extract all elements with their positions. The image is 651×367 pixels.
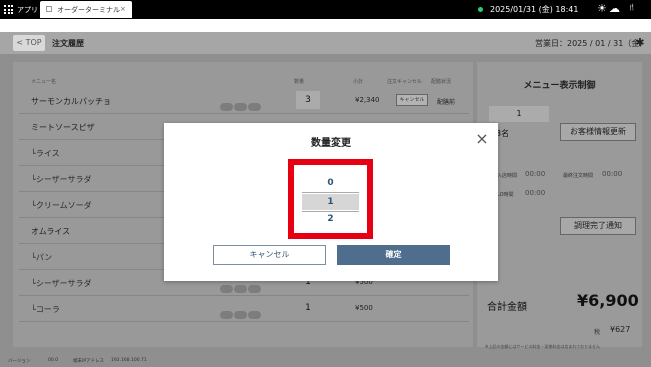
total-label: 合計金額 [487,302,527,313]
entry-time-value: 00:00 [525,170,546,178]
back-to-top-button[interactable]: < TOP [13,35,45,51]
side-panel: メニュー表示制御 1 3名 お客様情報更新 入店時間 00:00 最終注文時間 … [477,62,642,349]
subtotal: ¥500 [355,304,373,312]
page-title: 注文履歴 [52,39,84,48]
close-icon[interactable]: × [470,127,494,151]
column-menu-name: メニュー名 [31,79,57,85]
serving-status: 配膳前 [437,99,456,106]
menu-name: サーモンカルパッチョ [31,97,111,106]
menu-name: └シーザーサラダ [31,279,92,288]
serving-toggle[interactable] [220,304,264,319]
serving-toggle[interactable] [220,96,264,111]
gear-icon[interactable]: ✱ [632,35,648,51]
tax-amount: ¥627 [610,325,631,334]
column-qty: 数量 [294,79,305,85]
connection-status-icon [478,7,483,12]
tab-title: オーダーターミナル [57,6,120,14]
menu-name: └ライス [31,149,60,158]
table-row[interactable]: └コーラ 1 ¥500 [19,296,469,322]
tax-label: 税 [594,329,601,336]
picker-divider [302,211,359,212]
quantity-picker[interactable]: 0 1 2 [288,159,373,239]
system-bar: アプリ オーダーターミナル × 2025/01/31 (金) 18:41 ☀ ☁… [0,0,651,19]
menu-name: オムライス [31,227,71,236]
table-number: 1 [489,106,549,122]
picker-option[interactable]: 2 [294,214,367,224]
store-logo: 🍴 [628,4,636,11]
column-cancel: 注文キャンセル [387,79,423,85]
cloud-icon: ☁ [609,2,620,15]
confirm-button[interactable]: 確定 [337,245,450,265]
version-value: 00.0 [48,358,59,363]
lo-time-value: 00:00 [525,189,546,197]
menu-name: ミートソースピザ [31,123,95,132]
system-datetime: 2025/01/31 (金) 18:41 [490,5,579,14]
cancel-order-button[interactable]: キャンセル [396,94,428,106]
business-date: 営業日：2025 / 01 / 31（金） [535,39,648,48]
ip-label: 端末IPアドレス [73,359,105,364]
column-subtotal: 小計 [353,79,364,85]
update-customer-info-button[interactable]: お客様情報更新 [560,123,636,141]
page-icon [46,6,52,12]
browser-tab[interactable]: オーダーターミナル × [40,1,132,18]
last-order-time-label: 最終注文時間 [563,173,594,179]
menu-name: └シーザーサラダ [31,175,92,184]
table-row[interactable]: サーモンカルパッチョ 3 ¥2,340 キャンセル 配膳前 [19,88,469,114]
quantity-field[interactable]: 1 [296,299,320,317]
page-header: < TOP 注文履歴 営業日：2025 / 01 / 31（金） ✱ [0,32,651,54]
picker-option-selected[interactable]: 1 [302,194,359,210]
picker-option[interactable]: 0 [294,178,367,188]
cooking-complete-button[interactable]: 調理完了通知 [560,217,636,235]
sun-icon: ☀ [597,2,607,15]
dialog-title: 数量変更 [311,138,351,149]
price-note: ※上記の金額にはサービス料金・深夜料金は含まれておりません [485,344,600,349]
menu-display-control-title: メニュー表示制御 [523,81,596,91]
cancel-button[interactable]: キャンセル [213,245,326,265]
subtotal: ¥2,340 [355,96,380,104]
menu-name: └クリームソーダ [31,201,92,210]
picker-divider [302,192,359,193]
apps-grid-icon[interactable] [4,5,13,14]
footer: バージョン 00.0 端末IPアドレス 192.168.100.71 [0,354,651,367]
last-order-time-value: 00:00 [602,170,623,178]
menu-name: └パン [31,253,53,262]
apps-label[interactable]: アプリ [17,5,38,15]
column-status: 配膳状況 [431,79,452,85]
lo-time-label: LO時間 [497,192,514,198]
version-label: バージョン [8,359,31,364]
quantity-field[interactable]: 3 [296,91,320,109]
ip-value: 192.168.100.71 [111,358,147,363]
quantity-change-dialog: 数量変更 × 0 1 2 キャンセル 確定 [164,123,498,281]
entry-time-label: 入店時間 [497,173,518,179]
tab-close-icon[interactable]: × [120,5,126,13]
menu-name: └コーラ [31,305,60,314]
total-amount: ¥6,900 [577,291,639,310]
